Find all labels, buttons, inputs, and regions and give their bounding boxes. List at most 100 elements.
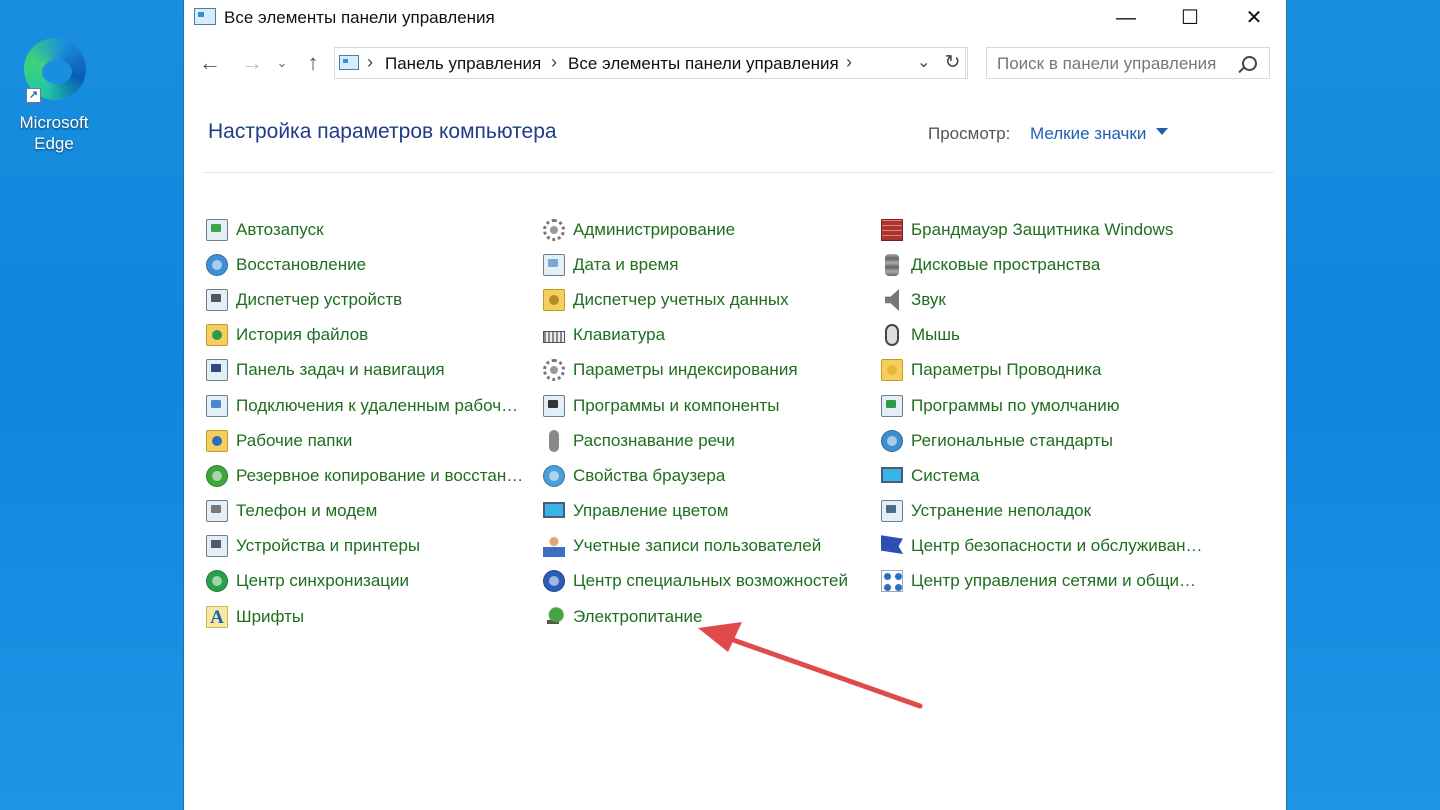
refresh-icon: ↻ <box>944 52 961 73</box>
color-management-icon <box>543 502 565 519</box>
breadcrumb-separator[interactable]: › <box>551 52 557 73</box>
file-history-icon <box>206 324 228 347</box>
search-icon[interactable] <box>1242 56 1257 71</box>
breadcrumb-all-items[interactable]: Все элементы панели управления <box>568 54 839 74</box>
backup-icon <box>206 464 228 487</box>
control-panel-icon <box>194 8 216 25</box>
autoplay-icon <box>206 218 228 241</box>
item-security-maintenance[interactable]: Центр безопасности и обслуживан… <box>881 529 1202 564</box>
item-work-folders[interactable]: Рабочие папки <box>206 423 523 458</box>
chevron-down-icon[interactable]: ⌄ <box>917 52 930 72</box>
fonts-icon: A <box>206 605 228 628</box>
desktop-edge-shortcut[interactable]: ↗ Microsoft Edge <box>10 38 98 154</box>
item-color-management[interactable]: Управление цветом <box>543 494 848 529</box>
mouse-icon <box>885 324 899 347</box>
system-icon <box>881 466 903 483</box>
item-credential-manager[interactable]: Диспетчер учетных данных <box>543 282 848 317</box>
item-indexing[interactable]: Параметры индексирования <box>543 353 848 388</box>
item-troubleshooting[interactable]: Устранение неполадок <box>881 494 1202 529</box>
items-column-3: Брандмауэр Защитника Windows Дисковые пр… <box>881 212 1202 599</box>
shortcut-arrow-icon: ↗ <box>26 88 41 103</box>
minimize-button[interactable]: — <box>1094 0 1158 36</box>
breadcrumb-control-panel[interactable]: Панель управления <box>385 54 541 74</box>
default-programs-icon <box>881 394 903 417</box>
item-default-programs[interactable]: Программы по умолчанию <box>881 388 1202 423</box>
view-label: Просмотр: <box>928 124 1011 143</box>
credential-manager-icon <box>543 288 565 311</box>
speech-icon <box>549 429 559 452</box>
item-storage-spaces[interactable]: Дисковые пространства <box>881 247 1202 282</box>
item-fonts[interactable]: A Шрифты <box>206 599 523 634</box>
items-column-2: Администрирование Дата и время Диспетчер… <box>543 212 848 634</box>
item-file-history[interactable]: История файлов <box>206 318 523 353</box>
item-taskbar[interactable]: Панель задач и навигация <box>206 353 523 388</box>
title-bar[interactable]: Все элементы панели управления — ☐ ✕ <box>184 0 1286 36</box>
item-phone-modem[interactable]: Телефон и модем <box>206 494 523 529</box>
forward-button[interactable]: → <box>239 49 265 77</box>
recovery-icon <box>206 253 228 276</box>
item-system[interactable]: Система <box>881 458 1202 493</box>
up-button[interactable]: ↑ <box>300 49 326 77</box>
troubleshooting-icon <box>881 500 903 523</box>
page-title: Настройка параметров компьютера <box>208 120 557 143</box>
taskbar-icon <box>206 359 228 382</box>
item-mouse[interactable]: Мышь <box>881 318 1202 353</box>
navigation-bar: ← → ⌄ ↑ › Панель управления › Все элемен… <box>184 45 1284 81</box>
explorer-options-icon <box>881 359 903 382</box>
item-recovery[interactable]: Восстановление <box>206 247 523 282</box>
phone-modem-icon <box>206 500 228 523</box>
devices-printers-icon <box>206 535 228 558</box>
item-region[interactable]: Региональные стандарты <box>881 423 1202 458</box>
item-device-manager[interactable]: Диспетчер устройств <box>206 282 523 317</box>
region-icon <box>881 429 903 452</box>
item-sound[interactable]: Звук <box>881 282 1202 317</box>
sound-icon <box>885 288 899 311</box>
search-input[interactable] <box>997 54 1237 74</box>
item-explorer-options[interactable]: Параметры Проводника <box>881 353 1202 388</box>
recent-locations-button[interactable]: ⌄ <box>274 49 290 77</box>
breadcrumb-separator[interactable]: › <box>846 52 852 73</box>
maximize-button[interactable]: ☐ <box>1158 0 1222 36</box>
admin-tools-icon <box>543 218 565 241</box>
item-date-time[interactable]: Дата и время <box>543 247 848 282</box>
divider <box>202 172 1274 173</box>
user-accounts-icon <box>543 535 565 558</box>
close-button[interactable]: ✕ <box>1222 0 1286 36</box>
items-column-1: Автозапуск Восстановление Диспетчер устр… <box>206 212 523 634</box>
desktop-icon-label: Microsoft Edge <box>19 113 89 153</box>
back-button[interactable]: ← <box>197 49 223 77</box>
item-remoteapp[interactable]: Подключения к удаленным рабоч… <box>206 388 523 423</box>
item-sync-center[interactable]: Центр синхронизации <box>206 564 523 599</box>
item-programs[interactable]: Программы и компоненты <box>543 388 848 423</box>
item-firewall[interactable]: Брандмауэр Защитника Windows <box>881 212 1202 247</box>
sync-center-icon <box>206 570 228 593</box>
ease-of-access-icon <box>543 570 565 593</box>
item-internet-options[interactable]: Свойства браузера <box>543 458 848 493</box>
item-network-center[interactable]: Центр управления сетями и общи… <box>881 564 1202 599</box>
item-autoplay[interactable]: Автозапуск <box>206 212 523 247</box>
item-user-accounts[interactable]: Учетные записи пользователей <box>543 529 848 564</box>
control-panel-icon <box>339 55 359 70</box>
work-folders-icon <box>206 429 228 452</box>
indexing-icon <box>543 359 565 382</box>
power-options-icon <box>543 605 565 628</box>
control-panel-window: Все элементы панели управления — ☐ ✕ ← →… <box>183 0 1287 810</box>
item-admin-tools[interactable]: Администрирование <box>543 212 848 247</box>
caret-down-icon[interactable] <box>1156 128 1168 135</box>
item-power-options[interactable]: Электропитание <box>543 599 848 634</box>
edge-icon: ↗ <box>18 38 90 104</box>
search-box[interactable] <box>986 47 1270 79</box>
item-keyboard[interactable]: Клавиатура <box>543 318 848 353</box>
window-title: Все элементы панели управления <box>224 8 495 27</box>
keyboard-icon <box>543 331 565 344</box>
date-time-icon <box>543 253 565 276</box>
item-devices-printers[interactable]: Устройства и принтеры <box>206 529 523 564</box>
refresh-button[interactable]: ↻ <box>938 47 968 79</box>
item-backup[interactable]: Резервное копирование и восстан… <box>206 458 523 493</box>
breadcrumb-separator[interactable]: › <box>367 52 373 73</box>
item-speech[interactable]: Распознавание речи <box>543 423 848 458</box>
item-ease-of-access[interactable]: Центр специальных возможностей <box>543 564 848 599</box>
view-mode-dropdown[interactable]: Мелкие значки <box>1030 124 1146 144</box>
internet-options-icon <box>543 464 565 487</box>
address-bar[interactable]: › Панель управления › Все элементы панел… <box>334 47 966 79</box>
